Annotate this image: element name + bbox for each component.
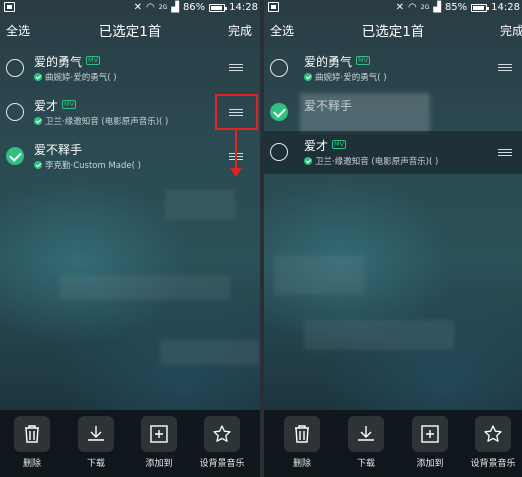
gallery-icon bbox=[4, 2, 15, 12]
add-to-action[interactable]: 添加到 bbox=[133, 416, 185, 469]
blur-artifact bbox=[60, 275, 230, 300]
status-bar: ✕ ◠ 2G ▟ 85% 14:28 bbox=[264, 0, 522, 15]
song-title: 爱才 bbox=[304, 139, 329, 153]
select-checkbox-checked[interactable] bbox=[6, 147, 24, 165]
downloaded-icon bbox=[34, 161, 42, 169]
network-label: 2G bbox=[158, 3, 168, 11]
signal-icon: ▟ bbox=[433, 1, 441, 13]
signal-icon: ▟ bbox=[171, 1, 179, 13]
set-bg-music-action[interactable]: 设背景音乐 bbox=[467, 416, 519, 469]
battery-icon bbox=[209, 3, 228, 12]
selection-count-title: 已选定1首 bbox=[98, 24, 162, 40]
wifi-icon: ◠ bbox=[408, 1, 417, 13]
clock: 14:28 bbox=[229, 1, 258, 13]
drag-arrow-head-icon bbox=[230, 168, 242, 177]
drag-arrow-line bbox=[235, 130, 237, 170]
add-to-icon[interactable] bbox=[412, 416, 448, 452]
download-icon[interactable] bbox=[348, 416, 384, 452]
blur-artifact bbox=[160, 340, 260, 365]
song-artist-album: 卫兰·缘邀知音 (电影原声音乐)( ) bbox=[45, 117, 169, 127]
song-row[interactable]: 爱的勇气 MV 曲婉婷·爱的勇气( ) bbox=[0, 47, 260, 90]
action-bar: 删除 下载 添加到 设背景音乐 bbox=[264, 410, 522, 477]
download-action[interactable]: 下载 bbox=[340, 416, 392, 469]
song-title: 爱不释手 bbox=[34, 143, 83, 157]
drag-handle-icon[interactable] bbox=[498, 64, 512, 72]
blur-artifact bbox=[165, 190, 235, 220]
delete-action[interactable]: 删除 bbox=[276, 416, 328, 469]
drag-handle-icon[interactable] bbox=[498, 149, 512, 157]
battery-icon bbox=[471, 3, 490, 12]
mute-icon: ✕ bbox=[133, 1, 143, 13]
mv-badge: MV bbox=[62, 100, 77, 109]
song-artist-album: 李克勤·Custom Made( ) bbox=[45, 161, 141, 171]
select-checkbox[interactable] bbox=[270, 143, 288, 161]
select-checkbox[interactable] bbox=[270, 59, 288, 77]
star-icon[interactable] bbox=[475, 416, 511, 452]
add-to-label: 添加到 bbox=[145, 459, 173, 469]
done-button[interactable]: 完成 bbox=[500, 22, 522, 39]
mute-icon: ✕ bbox=[395, 1, 405, 13]
trash-icon[interactable] bbox=[284, 416, 320, 452]
wifi-icon: ◠ bbox=[146, 1, 155, 13]
set-bg-music-action[interactable]: 设背景音乐 bbox=[196, 416, 248, 469]
download-icon[interactable] bbox=[78, 416, 114, 452]
song-title: 爱的勇气 bbox=[34, 55, 83, 69]
song-row-dragging[interactable]: 爱不释手 bbox=[264, 91, 522, 134]
downloaded-icon bbox=[304, 73, 312, 81]
battery-percent: 86% bbox=[182, 1, 206, 13]
downloaded-icon bbox=[34, 73, 42, 81]
song-title: 爱的勇气 bbox=[304, 55, 353, 69]
song-artist-album: 曲婉婷·爱的勇气( ) bbox=[315, 73, 387, 83]
set-bg-music-label: 设背景音乐 bbox=[470, 459, 516, 469]
download-action[interactable]: 下载 bbox=[70, 416, 122, 469]
blur-artifact bbox=[304, 320, 454, 350]
song-title: 爱才 bbox=[34, 99, 59, 113]
mv-badge: MV bbox=[86, 56, 101, 65]
song-row[interactable]: 爱不释手 李克勤·Custom Made( ) bbox=[0, 135, 260, 178]
star-icon[interactable] bbox=[204, 416, 240, 452]
song-row[interactable]: 爱才 MV 卫兰·缘邀知音 (电影原声音乐)( ) bbox=[264, 131, 522, 174]
drag-blur-overlay bbox=[300, 93, 430, 133]
set-bg-music-label: 设背景音乐 bbox=[199, 459, 245, 469]
delete-label: 删除 bbox=[22, 459, 41, 469]
action-bar: 删除 下载 添加到 设背景音乐 bbox=[0, 410, 260, 477]
song-row[interactable]: 爱的勇气 MV 曲婉婷·爱的勇气( ) bbox=[264, 47, 522, 90]
downloaded-icon bbox=[304, 157, 312, 165]
select-checkbox-checked[interactable] bbox=[270, 103, 288, 121]
select-checkbox[interactable] bbox=[6, 59, 24, 77]
battery-percent: 85% bbox=[444, 1, 468, 13]
delete-label: 删除 bbox=[292, 459, 311, 469]
drag-handle-icon[interactable] bbox=[229, 64, 243, 72]
left-phone-screen: ✕ ◠ 2G ▟ 86% 14:28 全选 已选定1首 完成 爱的勇气 MV 曲… bbox=[0, 0, 260, 477]
add-to-label: 添加到 bbox=[416, 459, 444, 469]
done-button[interactable]: 完成 bbox=[228, 22, 252, 39]
gallery-icon bbox=[268, 2, 279, 12]
mv-badge: MV bbox=[332, 140, 347, 149]
download-label: 下载 bbox=[86, 459, 105, 469]
selection-count-title: 已选定1首 bbox=[361, 24, 425, 40]
select-checkbox[interactable] bbox=[6, 103, 24, 121]
delete-action[interactable]: 删除 bbox=[6, 416, 58, 469]
highlight-box bbox=[215, 94, 258, 130]
selection-header: 全选 已选定1首 完成 bbox=[0, 15, 260, 45]
song-artist-album: 卫兰·缘邀知音 (电影原声音乐)( ) bbox=[315, 157, 439, 167]
add-to-icon[interactable] bbox=[141, 416, 177, 452]
download-label: 下载 bbox=[356, 459, 375, 469]
selection-header: 全选 已选定1首 完成 bbox=[264, 15, 522, 45]
right-phone-screen: ✕ ◠ 2G ▟ 85% 14:28 全选 已选定1首 完成 爱的勇气 MV 曲… bbox=[264, 0, 522, 477]
status-bar: ✕ ◠ 2G ▟ 86% 14:28 bbox=[0, 0, 260, 15]
mv-badge: MV bbox=[356, 56, 371, 65]
clock: 14:28 bbox=[491, 1, 520, 13]
blur-artifact bbox=[274, 255, 364, 295]
trash-icon[interactable] bbox=[14, 416, 50, 452]
network-label: 2G bbox=[420, 3, 430, 11]
downloaded-icon bbox=[34, 117, 42, 125]
song-artist-album: 曲婉婷·爱的勇气( ) bbox=[45, 73, 117, 83]
add-to-action[interactable]: 添加到 bbox=[404, 416, 456, 469]
